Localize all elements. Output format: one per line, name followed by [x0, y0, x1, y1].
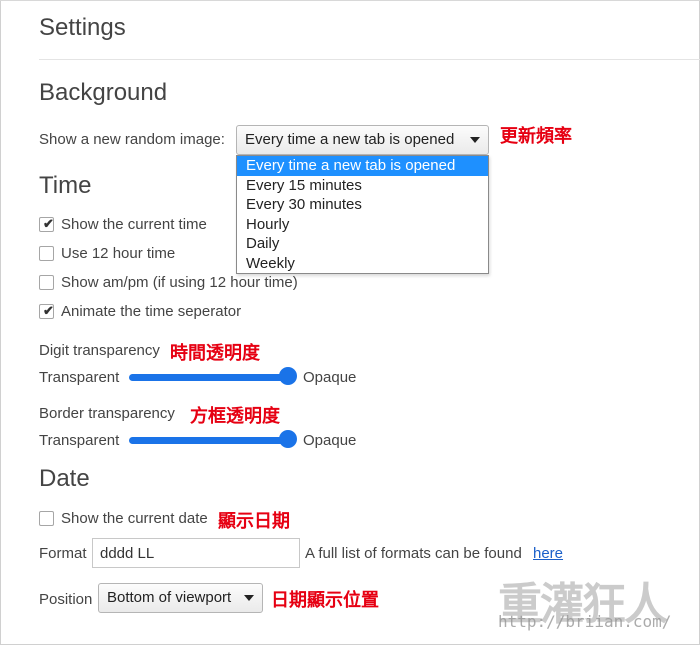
ampm-checkbox[interactable] — [39, 275, 54, 290]
time-section-title: Time — [39, 172, 92, 199]
show-time-checkbox[interactable]: ✔ — [39, 216, 54, 232]
dropdown-option[interactable]: Every 30 minutes — [237, 195, 488, 215]
border-transparency-slider[interactable] — [129, 430, 297, 448]
checkmark-icon: ✔ — [43, 216, 54, 231]
12-hour-checkbox[interactable] — [39, 246, 54, 261]
checkmark-icon: ✔ — [43, 303, 54, 318]
digit-transparency-min-label: Transparent — [39, 369, 120, 386]
dropdown-option[interactable]: Every time a new tab is opened — [237, 156, 488, 176]
background-section-title: Background — [39, 79, 168, 106]
digit-transparency-slider[interactable] — [129, 367, 297, 385]
watermark-url: http://briian.com/ — [498, 612, 672, 631]
format-help-text: A full list of formats can be found — [305, 545, 522, 562]
random-image-select[interactable]: Every time a new tab is opened — [236, 125, 489, 155]
watermark: 重灌狂人 http://briian.com/ — [492, 568, 692, 638]
digit-transparency-label: Digit transparency — [39, 342, 160, 359]
border-transparency-max-label: Opaque — [303, 432, 357, 449]
page-title: Settings — [39, 14, 126, 41]
border-transparency-min-label: Transparent — [39, 432, 120, 449]
chevron-down-icon — [470, 137, 480, 143]
digit-transparency-max-label: Opaque — [303, 369, 357, 386]
digit-transparency-annotation: 時間透明度 — [170, 343, 260, 364]
title-divider — [39, 59, 700, 60]
update-frequency-annotation: 更新頻率 — [500, 126, 572, 147]
position-label: Position — [39, 591, 93, 608]
chevron-down-icon — [244, 595, 254, 601]
border-transparency-label: Border transparency — [39, 405, 175, 422]
date-position-select-value: Bottom of viewport — [107, 589, 232, 606]
show-time-label: Show the current time — [61, 216, 207, 233]
dropdown-option[interactable]: Daily — [237, 234, 488, 254]
top-border — [0, 0, 700, 1]
date-position-annotation: 日期顯示位置 — [271, 590, 379, 611]
dropdown-option[interactable]: Hourly — [237, 215, 488, 235]
slider-track — [129, 374, 288, 381]
dropdown-option[interactable]: Every 15 minutes — [237, 176, 488, 196]
border-transparency-annotation: 方框透明度 — [190, 406, 280, 427]
slider-thumb[interactable] — [279, 430, 297, 448]
date-position-select[interactable]: Bottom of viewport — [98, 583, 263, 613]
random-image-label: Show a new random image: — [39, 131, 225, 148]
animate-separator-label: Animate the time seperator — [61, 303, 242, 320]
date-section-title: Date — [39, 465, 90, 492]
random-image-dropdown-list[interactable]: Every time a new tab is opened Every 15 m… — [236, 155, 489, 274]
animate-separator-checkbox[interactable]: ✔ — [39, 303, 54, 319]
date-format-input[interactable]: dddd LL — [92, 538, 300, 568]
show-date-annotation: 顯示日期 — [218, 511, 290, 532]
show-date-label: Show the current date — [61, 510, 208, 527]
dropdown-option[interactable]: Weekly — [237, 254, 488, 274]
ampm-label: Show am/pm (if using 12 hour time) — [61, 274, 298, 291]
show-date-checkbox[interactable] — [39, 511, 54, 526]
slider-thumb[interactable] — [279, 367, 297, 385]
format-label: Format — [39, 545, 87, 562]
slider-track — [129, 437, 288, 444]
random-image-select-value: Every time a new tab is opened — [245, 131, 455, 148]
format-help-link[interactable]: here — [533, 545, 563, 562]
12-hour-label: Use 12 hour time — [61, 245, 176, 262]
